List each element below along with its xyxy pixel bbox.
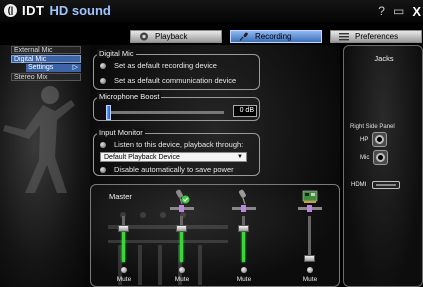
channel-indicator xyxy=(170,205,194,212)
performer-silhouette-image xyxy=(3,86,75,193)
tab-playback-label: Playback xyxy=(155,32,188,41)
microphone-icon xyxy=(239,189,246,205)
list-icon xyxy=(339,33,349,41)
mute-label: Mute xyxy=(174,276,190,283)
microphone-boost-slider[interactable] xyxy=(106,105,224,120)
radio-button[interactable] xyxy=(100,62,106,69)
level-fill xyxy=(122,227,125,262)
sidebar-item-stereo-mix[interactable]: Stereo Mix xyxy=(11,73,81,81)
listen-option[interactable]: Listen to this device, playback through: xyxy=(100,140,243,149)
microphone-boost-group: Microphone Boost 0 dB xyxy=(93,92,260,121)
logo-mark-icon: (| xyxy=(4,4,17,17)
jacks-title: Jacks xyxy=(374,54,394,63)
digital-mic-group-title: Digital Mic xyxy=(97,49,136,58)
fader-knob[interactable] xyxy=(118,225,129,232)
fader-knob[interactable] xyxy=(238,225,249,232)
fader-knob[interactable] xyxy=(304,255,315,262)
tab-recording[interactable]: Recording xyxy=(230,30,322,43)
radio-button[interactable] xyxy=(100,141,106,148)
mic-jack-icon[interactable] xyxy=(373,150,389,165)
channel-indicator xyxy=(232,205,256,212)
product-name: HD sound xyxy=(49,3,111,18)
mute-button[interactable] xyxy=(307,267,313,273)
disable-auto-label: Disable automatically to save power xyxy=(114,165,234,174)
playback-device-value: Default Playback Device xyxy=(104,154,180,161)
device-sidebar: External Mic Digital Mic Settings ▷ Ster… xyxy=(0,45,90,287)
help-button[interactable]: ? xyxy=(378,4,385,19)
headphone-jack-icon[interactable] xyxy=(372,132,388,147)
microphone-icon xyxy=(239,32,248,41)
boost-value-display: 0 dB xyxy=(233,105,257,117)
window-controls: ? ▭ X xyxy=(378,4,421,19)
input-monitor-title: Input Monitor xyxy=(97,128,145,137)
sidebar-item-external-mic[interactable]: External Mic xyxy=(11,46,81,54)
tab-bar: Playback Recording Preferences xyxy=(130,30,422,43)
sound-card-icon xyxy=(302,190,318,203)
sidebar-item-settings-label: Settings xyxy=(28,64,54,71)
channel-external-mic: Mute xyxy=(167,185,197,286)
mute-button[interactable] xyxy=(179,267,185,273)
default-recording-label: Set as default recording device xyxy=(114,61,217,70)
tab-preferences[interactable]: Preferences xyxy=(330,30,422,43)
level-fill xyxy=(242,227,245,262)
brand-name: IDT xyxy=(22,3,45,18)
channel-master: Mute xyxy=(109,185,139,286)
speaker-icon xyxy=(140,32,148,41)
jacks-panel: Jacks Right Side Panel HP Mic HDMI xyxy=(343,45,423,287)
mute-button[interactable] xyxy=(241,267,247,273)
sidebar-item-settings[interactable]: Settings ▷ xyxy=(26,64,81,72)
fader-knob[interactable] xyxy=(176,225,187,232)
default-communication-option[interactable]: Set as default communication device xyxy=(100,76,236,85)
mute-label: Mute xyxy=(116,276,132,283)
chevron-down-icon: ▼ xyxy=(237,154,243,160)
app-logo: (| IDT HD sound xyxy=(4,3,111,18)
tab-preferences-label: Preferences xyxy=(355,32,399,41)
listen-label: Listen to this device, playback through: xyxy=(114,140,244,149)
hdmi-label: HDMI xyxy=(351,182,367,188)
mute-button[interactable] xyxy=(121,267,127,273)
arrow-right-icon: ▷ xyxy=(72,64,78,71)
volume-fader[interactable] xyxy=(304,216,315,262)
minimize-button[interactable]: ▭ xyxy=(393,4,404,19)
level-fill xyxy=(180,227,183,262)
mute-label: Mute xyxy=(236,276,252,283)
tab-playback[interactable]: Playback xyxy=(130,30,222,43)
playback-device-select[interactable]: Default Playback Device ▼ xyxy=(100,152,247,162)
disable-auto-option[interactable]: Disable automatically to save power xyxy=(100,165,234,174)
volume-fader[interactable] xyxy=(118,216,129,262)
sidebar-item-digital-mic[interactable]: Digital Mic xyxy=(11,55,81,63)
hp-jack: HP xyxy=(360,132,388,147)
slider-knob[interactable] xyxy=(106,105,111,120)
mic-jack: Mic xyxy=(360,150,389,165)
radio-button[interactable] xyxy=(100,77,106,84)
mixer-panel: Master Mute Mute Mute Mute xyxy=(90,184,340,287)
channel-indicator xyxy=(298,205,322,212)
close-button[interactable]: X xyxy=(412,4,421,19)
channel-stereo-mix: Mute xyxy=(295,185,325,286)
hdmi-port-icon[interactable] xyxy=(372,181,401,189)
input-monitor-group: Input Monitor Listen to this device, pla… xyxy=(93,128,260,176)
title-bar: (| IDT HD sound ? ▭ X xyxy=(0,0,423,22)
hp-label: HP xyxy=(360,136,369,143)
default-communication-label: Set as default communication device xyxy=(114,76,237,85)
channel-digital-mic: Mute xyxy=(229,185,259,286)
microphone-check-icon xyxy=(176,189,190,205)
default-recording-option[interactable]: Set as default recording device xyxy=(100,61,217,70)
tab-recording-label: Recording xyxy=(255,32,292,41)
digital-mic-group: Digital Mic Set as default recording dev… xyxy=(93,49,260,90)
radio-button[interactable] xyxy=(100,166,106,173)
volume-fader[interactable] xyxy=(238,216,249,262)
microphone-boost-title: Microphone Boost xyxy=(97,92,162,101)
mute-label: Mute xyxy=(302,276,318,283)
volume-fader[interactable] xyxy=(176,216,187,262)
right-side-panel-label: Right Side Panel xyxy=(350,124,395,130)
hdmi-jack: HDMI xyxy=(351,181,401,189)
mic-label: Mic xyxy=(360,154,370,161)
